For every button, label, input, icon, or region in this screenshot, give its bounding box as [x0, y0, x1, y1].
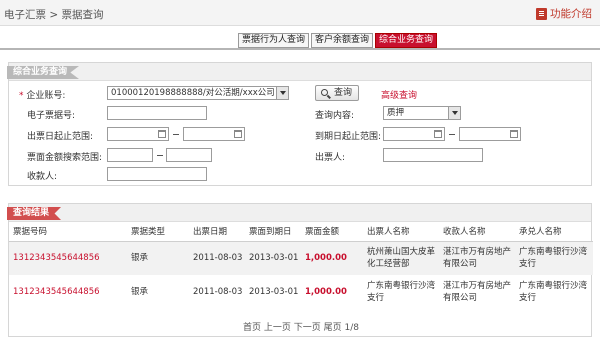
- pagination[interactable]: 首页 上一页 下一页 尾页 1/8: [9, 320, 593, 333]
- breadcrumb: 电子汇票 > 票据查询: [4, 9, 104, 21]
- drawer-input[interactable]: [383, 148, 483, 162]
- results-panel: 查询结果 票据号码 票据类型 出票日期 票面到期日 票面金额 出票人名称 收款人…: [7, 203, 593, 337]
- bill-no-label: 电子票据号:: [27, 111, 76, 121]
- account-select[interactable]: 01000120198888888/对公活期/xxx公司: [107, 86, 289, 100]
- calendar-icon[interactable]: [234, 130, 242, 138]
- help-link[interactable]: 功能介绍: [536, 6, 592, 21]
- tab-balance-query[interactable]: 客户余额查询: [311, 33, 374, 48]
- payee-label: 收款人:: [27, 172, 58, 182]
- table-row[interactable]: 1312343545644856 银承 2011-08-03 2013-03-0…: [9, 241, 593, 275]
- content-select-value: 质押: [387, 108, 405, 118]
- table-cell: 广东南粤银行沙湾支行: [515, 241, 593, 275]
- table-cell: 广东南粤银行沙湾支行: [519, 281, 588, 303]
- table-cell: 银承: [131, 287, 149, 297]
- amount-range-label: 票面金额搜索范围:: [27, 153, 103, 163]
- due-range-label: 到期日起止范围:: [315, 132, 382, 142]
- table-cell: 湛江市万有房地产有限公司: [443, 281, 512, 303]
- results-table: 票据号码 票据类型 出票日期 票面到期日 票面金额 出票人名称 收款人名称 承兑…: [9, 222, 593, 309]
- table-cell: 广东南粤银行沙湾支行: [367, 281, 436, 303]
- column-header: 承兑人名称: [515, 222, 593, 242]
- bill-number-link[interactable]: 1312343545644856: [9, 275, 127, 309]
- amount-cell: 1,000.00: [301, 241, 363, 275]
- tab-divider: [0, 48, 600, 50]
- column-header: 票据号码: [9, 222, 127, 242]
- table-header-row: 票据号码 票据类型 出票日期 票面到期日 票面金额 出票人名称 收款人名称 承兑…: [9, 222, 593, 242]
- account-label: * 企业账号:: [19, 91, 66, 101]
- content-label: 查询内容:: [315, 111, 355, 121]
- column-header: 票据类型: [127, 222, 189, 242]
- chevron-down-icon[interactable]: [276, 87, 288, 99]
- query-panel-header: 综合业务查询: [7, 63, 591, 81]
- due-start-input[interactable]: [383, 127, 445, 141]
- account-select-value: 01000120198888888/对公活期/xxx公司: [111, 88, 275, 98]
- results-panel-header: 查询结果: [7, 204, 591, 222]
- issue-end-input[interactable]: [183, 127, 245, 141]
- search-icon: [321, 89, 328, 96]
- advanced-query-link[interactable]: 高级查询: [381, 88, 417, 101]
- table-cell: 2013-03-01: [245, 241, 301, 275]
- table-cell: 湛江市万有房地产有限公司: [439, 241, 515, 275]
- tab-bar: 票据行为人查询 客户余额查询 综合业务查询: [238, 33, 438, 48]
- column-header: 出票人名称: [363, 222, 439, 242]
- column-header: 票面到期日: [245, 222, 301, 242]
- due-end-input[interactable]: [459, 127, 521, 141]
- table-cell: 2011-08-03: [189, 241, 245, 275]
- payee-input[interactable]: [107, 167, 207, 181]
- table-cell: 2013-03-01: [249, 287, 299, 297]
- column-header: 出票日期: [189, 222, 245, 242]
- table-cell: 2011-08-03: [193, 287, 243, 297]
- query-button-label: 查询: [334, 88, 353, 98]
- bill-no-input[interactable]: [107, 106, 207, 120]
- range-dash: [449, 134, 455, 135]
- range-dash: [173, 134, 179, 135]
- calendar-icon[interactable]: [510, 130, 518, 138]
- tab-drawer-query[interactable]: 票据行为人查询: [238, 33, 310, 48]
- bill-number-link[interactable]: 1312343545644856: [9, 241, 127, 275]
- tab-comprehensive-query[interactable]: 综合业务查询: [375, 33, 438, 48]
- calendar-icon[interactable]: [434, 130, 442, 138]
- chevron-down-icon[interactable]: [448, 107, 460, 119]
- amount-cell: 1,000.00: [305, 287, 347, 297]
- issue-range-label: 出票日起止范围:: [27, 132, 94, 142]
- query-panel: 综合业务查询 * 企业账号: 01000120198888888/对公活期/xx…: [7, 62, 592, 186]
- top-bar: 电子汇票 > 票据查询 功能介绍: [0, 0, 600, 26]
- calendar-icon[interactable]: [158, 130, 166, 138]
- query-section-title: 综合业务查询: [7, 66, 80, 79]
- issue-start-input[interactable]: [107, 127, 169, 141]
- table-cell: 杭州萧山国大皮革化工经营部: [363, 241, 439, 275]
- book-icon: [536, 7, 547, 20]
- drawer-label: 出票人:: [315, 153, 346, 163]
- help-label: 功能介绍: [550, 8, 592, 20]
- table-row[interactable]: 1312343545644856 银承 2011-08-03 2013-03-0…: [9, 275, 593, 309]
- table-cell: 银承: [127, 241, 189, 275]
- results-section-title: 查询结果: [7, 207, 62, 220]
- column-header: 票面金额: [301, 222, 363, 242]
- column-header: 收款人名称: [439, 222, 515, 242]
- range-dash: [157, 155, 163, 156]
- query-button[interactable]: 查询: [315, 85, 360, 101]
- amount-max-input[interactable]: [166, 148, 212, 162]
- content-select[interactable]: 质押: [383, 106, 461, 120]
- amount-min-input[interactable]: [107, 148, 153, 162]
